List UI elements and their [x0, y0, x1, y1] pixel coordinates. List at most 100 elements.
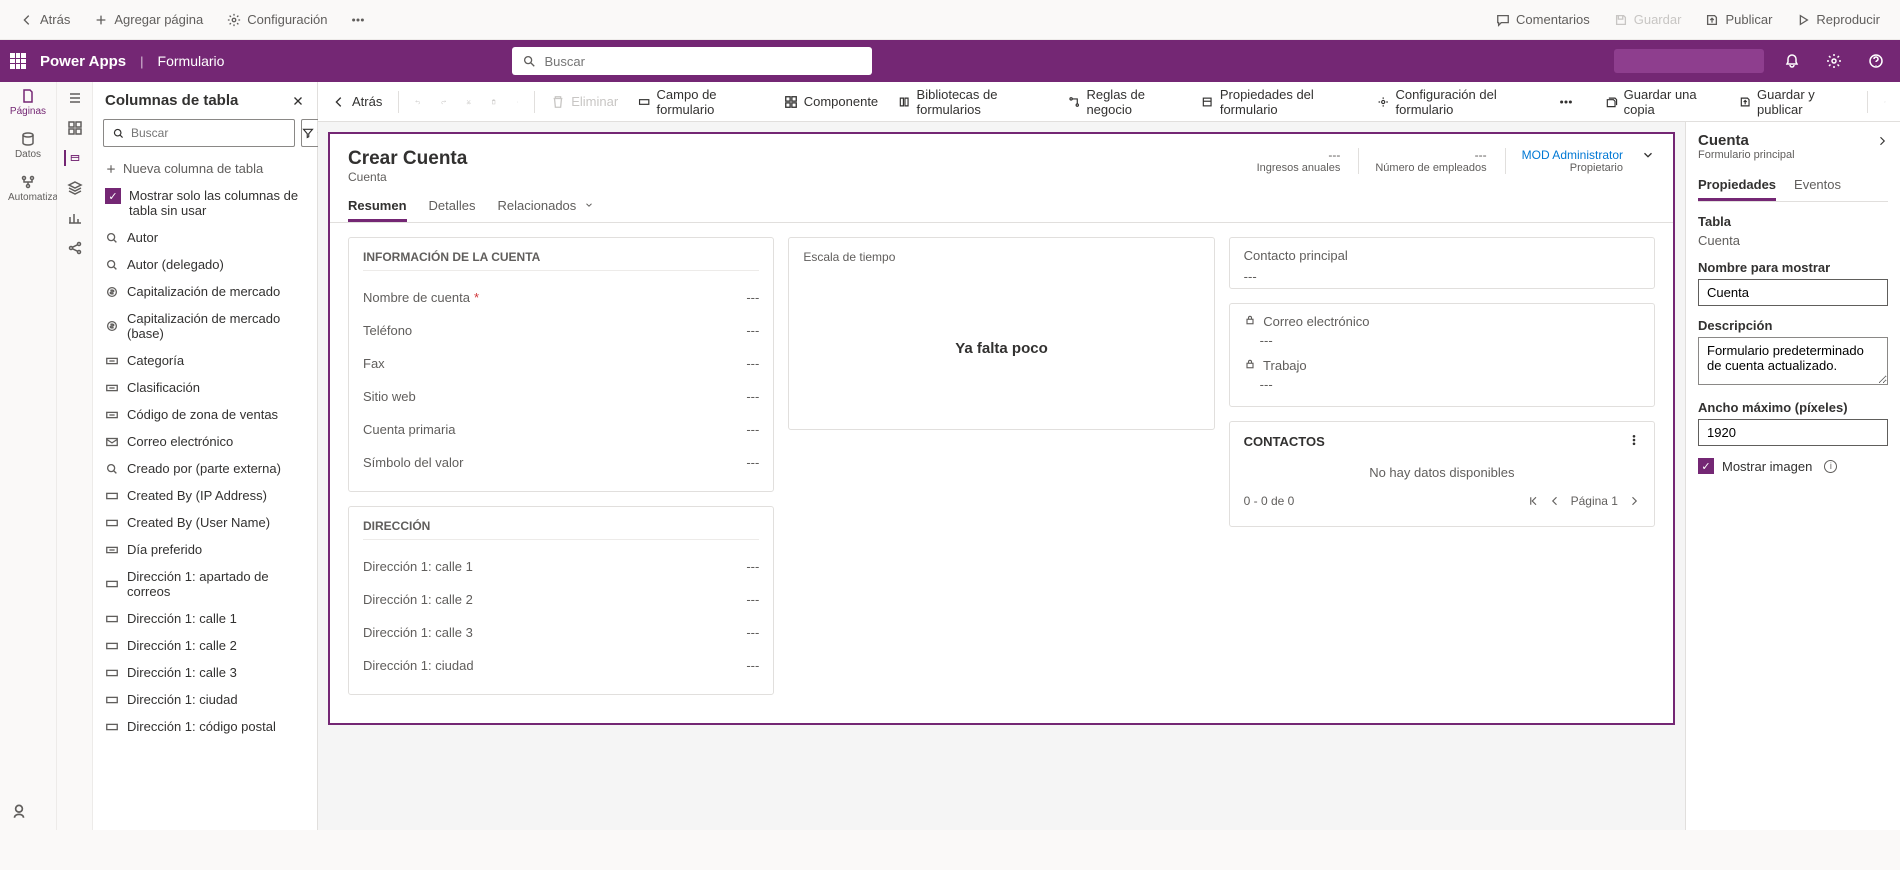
column-item[interactable]: Created By (IP Address): [93, 482, 317, 509]
column-item[interactable]: Dirección 1: calle 3: [93, 659, 317, 686]
hamburger-icon[interactable]: [67, 90, 83, 106]
grid-icon[interactable]: [67, 120, 83, 136]
chart-icon[interactable]: [67, 210, 83, 226]
preview-button[interactable]: Reproducir: [1790, 8, 1886, 31]
tab-related[interactable]: Relacionados: [498, 192, 594, 222]
rail-data[interactable]: Datos: [8, 131, 48, 160]
cmd-component[interactable]: Componente: [780, 90, 882, 113]
section-timeline[interactable]: Escala de tiempo Ya falta poco: [788, 237, 1214, 430]
rail-pages[interactable]: Páginas: [8, 88, 48, 117]
props-subtitle: Formulario principal: [1698, 149, 1888, 161]
owner-value[interactable]: MOD Administrator: [1522, 148, 1623, 162]
cmd-form-props[interactable]: Propiedades del formulario: [1197, 83, 1361, 121]
field-fax[interactable]: Fax---: [363, 347, 759, 380]
field-addr1-street2[interactable]: Dirección 1: calle 2---: [363, 583, 759, 616]
settings-button[interactable]: Configuración: [221, 8, 333, 31]
column-item[interactable]: Código de zona de ventas: [93, 401, 317, 428]
form-icon[interactable]: [64, 150, 80, 166]
column-item[interactable]: Dirección 1: calle 2: [93, 632, 317, 659]
page-first-icon[interactable]: [1527, 495, 1539, 507]
show-image-checkbox[interactable]: ✓ Mostrar imagen i: [1698, 458, 1888, 474]
section-primary-contact[interactable]: Contacto principal ---: [1229, 237, 1655, 289]
help-icon[interactable]: [1868, 53, 1884, 69]
section-contacts[interactable]: CONTACTOS No hay datos disponibles 0 - 0…: [1229, 421, 1655, 527]
column-item[interactable]: Autor (delegado): [93, 251, 317, 278]
cmd-back[interactable]: Atrás: [328, 90, 386, 113]
field-primary-account[interactable]: Cuenta primaria---: [363, 413, 759, 446]
info-icon[interactable]: i: [1824, 460, 1837, 473]
global-search-input[interactable]: [544, 54, 862, 69]
back-button[interactable]: Atrás: [14, 8, 76, 31]
layers-icon[interactable]: [67, 180, 83, 196]
close-icon[interactable]: [291, 94, 305, 108]
environment-pill[interactable]: [1614, 49, 1764, 73]
field-phone[interactable]: Teléfono---: [363, 314, 759, 347]
bell-icon[interactable]: [1784, 53, 1800, 69]
app-launcher-icon[interactable]: [10, 53, 26, 69]
more-vert-icon[interactable]: [1628, 434, 1640, 446]
cmd-save-copy[interactable]: Guardar una copia: [1601, 83, 1722, 121]
field-email[interactable]: Correo electrónico ---: [1244, 314, 1640, 348]
tab-summary[interactable]: Resumen: [348, 192, 407, 222]
column-item[interactable]: Dirección 1: ciudad: [93, 686, 317, 713]
props-tab-properties[interactable]: Propiedades: [1698, 171, 1776, 201]
column-item[interactable]: Categoría: [93, 347, 317, 374]
more-horiz-icon: [1559, 95, 1573, 109]
connect-icon[interactable]: [67, 240, 83, 256]
field-addr1-city[interactable]: Dirección 1: ciudad---: [363, 649, 759, 682]
comments-button[interactable]: Comentarios: [1490, 8, 1596, 31]
chevron-down-icon[interactable]: [1880, 97, 1890, 107]
column-item[interactable]: Dirección 1: código postal: [93, 713, 317, 740]
cmd-form-libs[interactable]: Bibliotecas de formularios: [894, 83, 1052, 121]
display-name-input[interactable]: [1698, 279, 1888, 306]
column-item[interactable]: Correo electrónico: [93, 428, 317, 455]
show-unused-checkbox[interactable]: ✓ Mostrar solo las columnas de tabla sin…: [93, 182, 317, 224]
cmd-form-field[interactable]: Campo de formulario: [634, 83, 768, 121]
column-item[interactable]: Created By (User Name): [93, 509, 317, 536]
new-column-button[interactable]: Nueva columna de tabla: [93, 155, 317, 182]
max-width-input[interactable]: [1698, 419, 1888, 446]
column-item[interactable]: Autor: [93, 224, 317, 251]
cmd-form-config[interactable]: Configuración del formulario: [1373, 83, 1543, 121]
column-item[interactable]: Capitalización de mercado: [93, 278, 317, 305]
chevron-down-icon[interactable]: [513, 97, 523, 107]
publish-button-top[interactable]: Publicar: [1699, 8, 1778, 31]
section-contact-fields[interactable]: Correo electrónico --- Trabajo -: [1229, 303, 1655, 407]
cmd-save-publish[interactable]: Guardar y publicar: [1735, 83, 1856, 121]
column-item[interactable]: Creado por (parte externa): [93, 455, 317, 482]
field-account-name[interactable]: Nombre de cuenta* ---: [363, 281, 759, 314]
add-page-button[interactable]: Agregar página: [88, 8, 209, 31]
rail-automation[interactable]: Automatización: [8, 174, 48, 203]
section-account-info[interactable]: INFORMACIÓN DE LA CUENTA Nombre de cuent…: [348, 237, 774, 492]
field-addr1-street1[interactable]: Dirección 1: calle 1---: [363, 550, 759, 583]
column-item[interactable]: Día preferido: [93, 536, 317, 563]
contacts-nodata: No hay datos disponibles: [1244, 457, 1640, 488]
app-name: Power Apps: [40, 53, 126, 70]
field-website[interactable]: Sitio web---: [363, 380, 759, 413]
chevron-right-icon[interactable]: [1876, 135, 1888, 147]
chevron-down-icon[interactable]: [1641, 148, 1655, 162]
props-tab-events[interactable]: Eventos: [1794, 171, 1841, 201]
field-addr1-street3[interactable]: Dirección 1: calle 3---: [363, 616, 759, 649]
page-next-icon[interactable]: [1628, 495, 1640, 507]
table-label: Tabla: [1698, 214, 1888, 229]
column-item[interactable]: Capitalización de mercado (base): [93, 305, 317, 347]
global-search[interactable]: [512, 47, 872, 75]
column-item[interactable]: Clasificación: [93, 374, 317, 401]
cmd-overflow[interactable]: [1555, 91, 1577, 113]
field-work[interactable]: Trabajo ---: [1244, 358, 1640, 392]
section-address[interactable]: DIRECCIÓN Dirección 1: calle 1--- Direcc…: [348, 506, 774, 695]
column-item[interactable]: Dirección 1: apartado de correos: [93, 563, 317, 605]
description-input[interactable]: [1698, 337, 1888, 385]
field-ticker[interactable]: Símbolo del valor---: [363, 446, 759, 479]
page-prev-icon[interactable]: [1549, 495, 1561, 507]
form-container[interactable]: Crear Cuenta Cuenta --- Ingresos anuales…: [328, 132, 1675, 725]
tab-details[interactable]: Detalles: [429, 192, 476, 222]
columns-search[interactable]: [103, 119, 295, 147]
feedback-icon[interactable]: [10, 802, 28, 820]
cmd-business-rules[interactable]: Reglas de negocio: [1064, 83, 1185, 121]
settings-icon[interactable]: [1826, 53, 1842, 69]
column-item[interactable]: Dirección 1: calle 1: [93, 605, 317, 632]
more-button[interactable]: [345, 9, 371, 31]
columns-search-input[interactable]: [131, 126, 286, 140]
